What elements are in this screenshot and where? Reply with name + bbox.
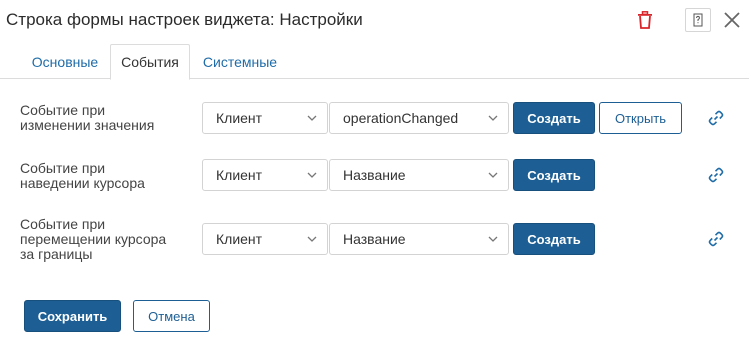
event-handler-select[interactable]: operationChanged bbox=[329, 102, 509, 134]
dialog-title: Строка формы настроек виджета: Настройки bbox=[6, 10, 363, 29]
event-source-select[interactable]: Клиент bbox=[202, 159, 328, 191]
chevron-down-icon bbox=[488, 172, 498, 178]
trash-icon[interactable] bbox=[637, 11, 653, 29]
tab-main[interactable]: Основные bbox=[20, 44, 110, 79]
help-icon bbox=[693, 13, 703, 27]
chevron-down-icon bbox=[307, 115, 317, 121]
event-label-hover: Событие при наведении курсора bbox=[20, 160, 145, 191]
create-button[interactable]: Создать bbox=[513, 159, 595, 191]
chevron-down-icon bbox=[488, 115, 498, 121]
save-button[interactable]: Сохранить bbox=[24, 300, 121, 332]
event-source-select[interactable]: Клиент bbox=[202, 223, 328, 255]
event-label-leave: Событие при перемещении курсора за грани… bbox=[20, 216, 167, 262]
event-handler-select[interactable]: Название bbox=[329, 223, 509, 255]
create-button[interactable]: Создать bbox=[513, 102, 595, 134]
cancel-button[interactable]: Отмена bbox=[133, 300, 210, 332]
close-icon bbox=[724, 12, 740, 28]
tab-bar: Основные События Системные bbox=[0, 44, 749, 80]
link-icon[interactable] bbox=[707, 230, 725, 248]
close-button[interactable] bbox=[720, 8, 744, 32]
create-button[interactable]: Создать bbox=[513, 223, 595, 255]
chevron-down-icon bbox=[307, 236, 317, 242]
event-label-value-change: Событие при изменении значения bbox=[20, 102, 155, 133]
chevron-down-icon bbox=[488, 236, 498, 242]
tab-system[interactable]: Системные bbox=[190, 44, 290, 79]
help-button[interactable] bbox=[685, 8, 711, 32]
event-source-select[interactable]: Клиент bbox=[202, 102, 328, 134]
tab-events[interactable]: События bbox=[110, 44, 190, 80]
widget-settings-dialog: Строка формы настроек виджета: Настройки… bbox=[0, 0, 749, 337]
event-handler-select[interactable]: Название bbox=[329, 159, 509, 191]
link-icon[interactable] bbox=[707, 109, 725, 127]
open-button[interactable]: Открыть bbox=[599, 102, 682, 134]
link-icon[interactable] bbox=[707, 166, 725, 184]
chevron-down-icon bbox=[307, 172, 317, 178]
